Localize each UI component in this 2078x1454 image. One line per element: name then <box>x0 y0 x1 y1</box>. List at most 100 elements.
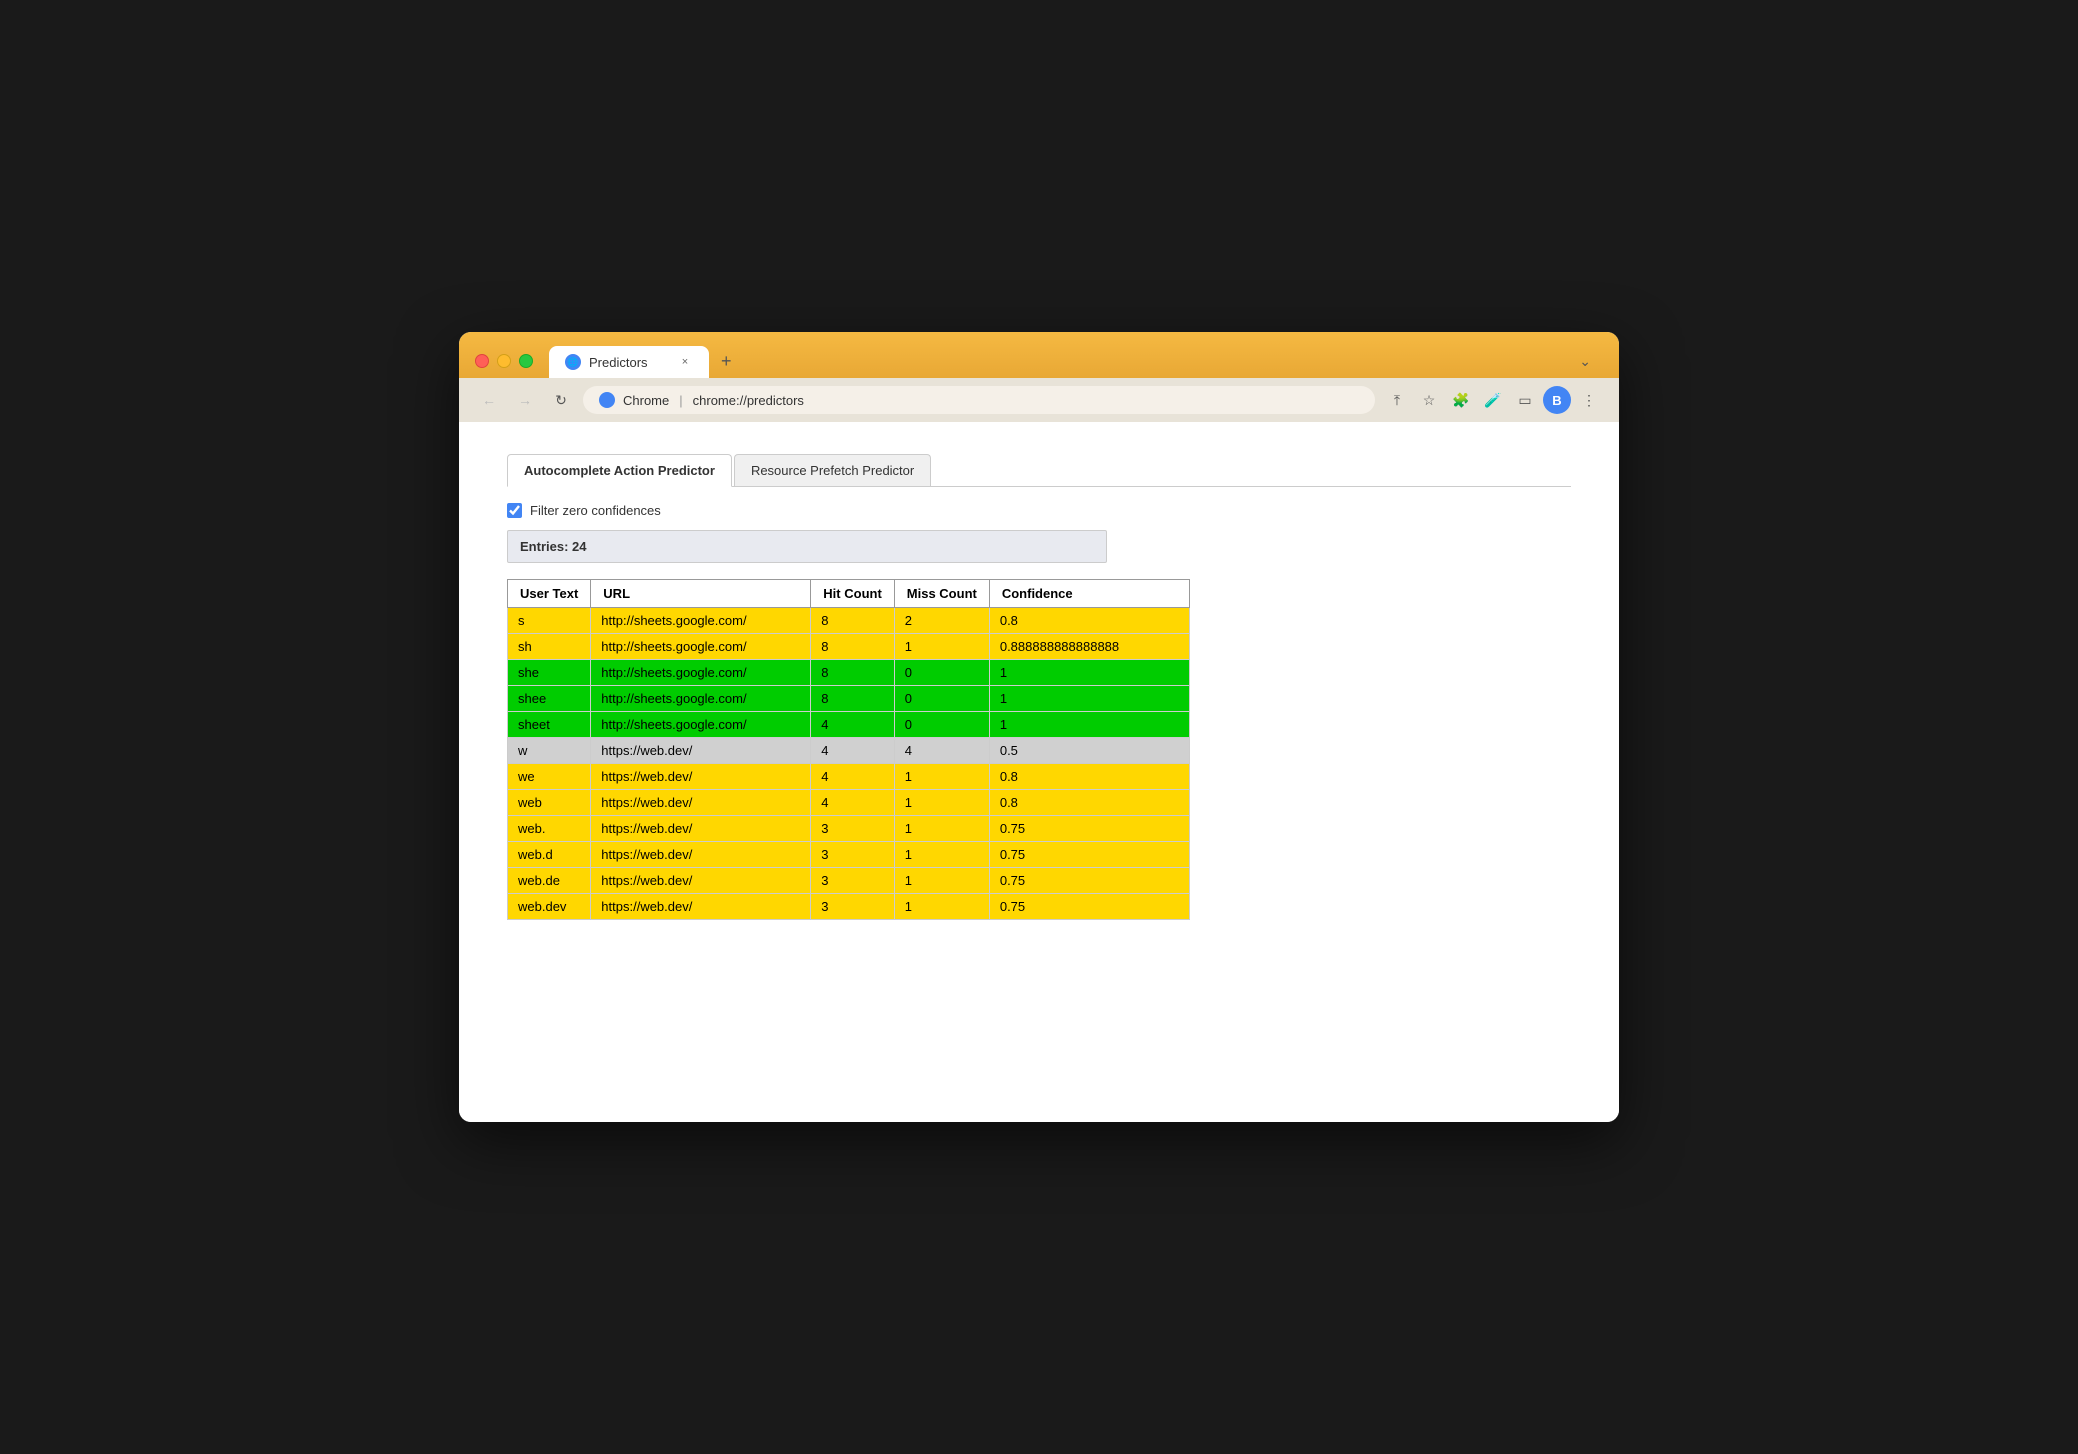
address-url: chrome://predictors <box>693 393 804 408</box>
cell-url: http://sheets.google.com/ <box>591 660 811 686</box>
col-header-usertext: User Text <box>508 580 591 608</box>
cell-confidence: 1 <box>989 660 1189 686</box>
cell-url: https://web.dev/ <box>591 894 811 920</box>
back-button[interactable]: ← <box>475 386 503 414</box>
tab-more-button[interactable]: ⌄ <box>1567 345 1603 378</box>
cell-misscount: 1 <box>894 868 989 894</box>
cell-url: http://sheets.google.com/ <box>591 608 811 634</box>
cell-usertext: s <box>508 608 591 634</box>
traffic-lights <box>475 354 533 368</box>
cell-confidence: 0.75 <box>989 816 1189 842</box>
cell-usertext: sheet <box>508 712 591 738</box>
new-tab-button[interactable]: + <box>709 344 744 378</box>
address-separator: | <box>679 393 682 408</box>
cell-misscount: 1 <box>894 790 989 816</box>
cell-hitcount: 3 <box>811 868 894 894</box>
cell-hitcount: 4 <box>811 738 894 764</box>
active-tab[interactable]: 🌐 Predictors × <box>549 346 709 378</box>
cell-hitcount: 8 <box>811 686 894 712</box>
table-row: web.dev https://web.dev/ 3 1 0.75 <box>508 894 1190 920</box>
lab-icon[interactable]: 🧪 <box>1479 386 1507 414</box>
profile-avatar[interactable]: B <box>1543 386 1571 414</box>
page-content: Autocomplete Action Predictor Resource P… <box>459 422 1619 1122</box>
entries-box: Entries: 24 <box>507 530 1107 563</box>
cell-misscount: 1 <box>894 842 989 868</box>
filter-label[interactable]: Filter zero confidences <box>530 503 661 518</box>
maximize-button[interactable] <box>519 354 533 368</box>
cell-misscount: 4 <box>894 738 989 764</box>
page-tabs: Autocomplete Action Predictor Resource P… <box>507 454 1571 487</box>
cell-confidence: 0.8 <box>989 764 1189 790</box>
cell-hitcount: 4 <box>811 712 894 738</box>
close-button[interactable] <box>475 354 489 368</box>
address-input[interactable]: Chrome | chrome://predictors <box>583 386 1375 414</box>
table-row: w https://web.dev/ 4 4 0.5 <box>508 738 1190 764</box>
table-row: web. https://web.dev/ 3 1 0.75 <box>508 816 1190 842</box>
reload-button[interactable]: ↻ <box>547 386 575 414</box>
split-icon[interactable]: ▭ <box>1511 386 1539 414</box>
menu-icon[interactable]: ⋮ <box>1575 386 1603 414</box>
cell-usertext: shee <box>508 686 591 712</box>
cell-usertext: web.de <box>508 868 591 894</box>
bookmark-icon[interactable]: ☆ <box>1415 386 1443 414</box>
cell-confidence: 1 <box>989 712 1189 738</box>
cell-usertext: web <box>508 790 591 816</box>
cell-usertext: we <box>508 764 591 790</box>
data-table: User Text URL Hit Count Miss Count Confi… <box>507 579 1190 920</box>
cell-usertext: web.dev <box>508 894 591 920</box>
cell-misscount: 1 <box>894 764 989 790</box>
col-header-hitcount: Hit Count <box>811 580 894 608</box>
cell-url: https://web.dev/ <box>591 816 811 842</box>
cell-confidence: 0.75 <box>989 868 1189 894</box>
cell-usertext: w <box>508 738 591 764</box>
cell-misscount: 1 <box>894 634 989 660</box>
col-header-confidence: Confidence <box>989 580 1189 608</box>
extensions-icon[interactable]: 🧩 <box>1447 386 1475 414</box>
cell-usertext: web. <box>508 816 591 842</box>
cell-hitcount: 3 <box>811 816 894 842</box>
cell-confidence: 1 <box>989 686 1189 712</box>
filter-checkbox[interactable] <box>507 503 522 518</box>
tab-autocomplete[interactable]: Autocomplete Action Predictor <box>507 454 732 487</box>
table-row: sh http://sheets.google.com/ 8 1 0.88888… <box>508 634 1190 660</box>
cell-usertext: sh <box>508 634 591 660</box>
share-icon[interactable]: ⤒ <box>1383 386 1411 414</box>
cell-url: https://web.dev/ <box>591 738 811 764</box>
browser-window: 🌐 Predictors × + ⌄ ← → ↻ Chrome | chrome… <box>459 332 1619 1122</box>
cell-hitcount: 3 <box>811 894 894 920</box>
cell-url: https://web.dev/ <box>591 842 811 868</box>
cell-url: https://web.dev/ <box>591 764 811 790</box>
cell-misscount: 0 <box>894 660 989 686</box>
chrome-logo-icon <box>599 392 615 408</box>
cell-misscount: 1 <box>894 816 989 842</box>
cell-misscount: 0 <box>894 712 989 738</box>
col-header-misscount: Miss Count <box>894 580 989 608</box>
cell-misscount: 0 <box>894 686 989 712</box>
tab-title: Predictors <box>589 355 648 370</box>
cell-usertext: web.d <box>508 842 591 868</box>
toolbar-icons: ⤒ ☆ 🧩 🧪 ▭ B ⋮ <box>1383 386 1603 414</box>
minimize-button[interactable] <box>497 354 511 368</box>
table-header-row: User Text URL Hit Count Miss Count Confi… <box>508 580 1190 608</box>
table-row: we https://web.dev/ 4 1 0.8 <box>508 764 1190 790</box>
cell-misscount: 2 <box>894 608 989 634</box>
cell-hitcount: 4 <box>811 790 894 816</box>
tab-close-button[interactable]: × <box>677 354 693 370</box>
title-bar: 🌐 Predictors × + ⌄ <box>459 332 1619 378</box>
tab-resource-prefetch[interactable]: Resource Prefetch Predictor <box>734 454 931 486</box>
table-row: web.d https://web.dev/ 3 1 0.75 <box>508 842 1190 868</box>
address-bar: ← → ↻ Chrome | chrome://predictors ⤒ ☆ 🧩… <box>459 378 1619 422</box>
cell-confidence: 0.5 <box>989 738 1189 764</box>
cell-confidence: 0.8 <box>989 790 1189 816</box>
cell-hitcount: 8 <box>811 634 894 660</box>
col-header-url: URL <box>591 580 811 608</box>
cell-url: https://web.dev/ <box>591 868 811 894</box>
cell-hitcount: 8 <box>811 608 894 634</box>
cell-hitcount: 8 <box>811 660 894 686</box>
tab-bar: 🌐 Predictors × + ⌄ <box>549 344 1603 378</box>
filter-row: Filter zero confidences <box>507 503 1571 518</box>
cell-confidence: 0.8 <box>989 608 1189 634</box>
cell-confidence: 0.75 <box>989 894 1189 920</box>
forward-button[interactable]: → <box>511 386 539 414</box>
cell-url: https://web.dev/ <box>591 790 811 816</box>
